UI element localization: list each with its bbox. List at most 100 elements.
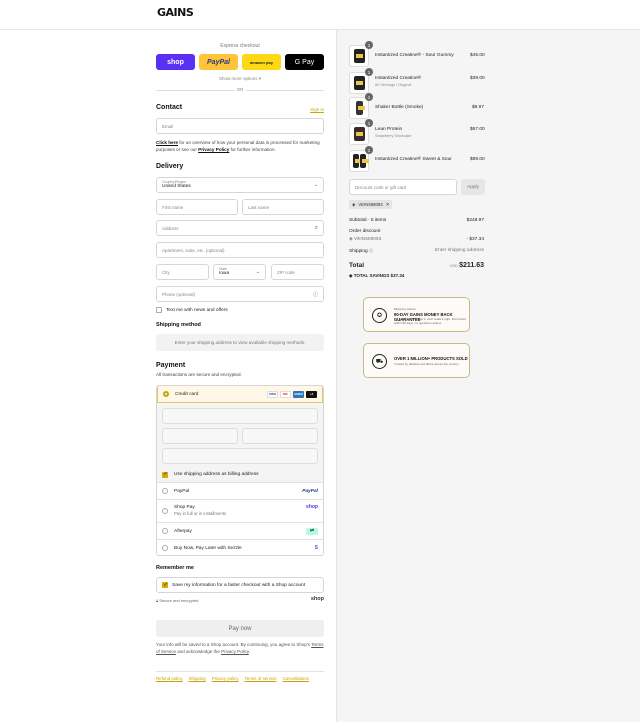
tag-icon: ◈ <box>352 201 356 207</box>
sezzle-logo-icon: S <box>314 545 318 551</box>
afterpay-radio[interactable] <box>162 528 168 534</box>
click-here-link[interactable]: Click here <box>156 140 178 145</box>
expiry-field[interactable] <box>162 428 238 444</box>
cart-item: 1 Instantized Creatine® - Sour Gummy <box>349 41 486 67</box>
discount-code-row: ◈ VEIN598093 - $37.34 <box>349 237 484 242</box>
security-code-field[interactable] <box>242 428 318 444</box>
shipping-label: Shipping <box>349 249 368 254</box>
shipping-link[interactable]: Shipping <box>189 676 206 681</box>
item-name: Instantized Creatine® Sweet & Sour <box>375 157 452 162</box>
products-sold-text: Trusted by athletes and lifters across t… <box>394 362 460 366</box>
pay-now-button[interactable]: Pay now <box>156 620 324 637</box>
billing-same-row[interactable]: Use shipping address as billing address <box>157 467 323 482</box>
refund-policy-link[interactable]: Refund policy <box>156 676 183 681</box>
google-pay-button[interactable]: G Pay <box>285 54 324 70</box>
applied-discount-chip: ◈ VEIN598093 ✕ <box>349 200 393 209</box>
terms-of-service-footer-link[interactable]: Terms of service <box>245 676 277 681</box>
info-icon[interactable]: ⓘ <box>369 248 373 253</box>
first-name-field[interactable]: First name <box>156 199 238 215</box>
name-on-card-field[interactable] <box>162 448 318 464</box>
paypal-option[interactable]: PayPal PayPal <box>157 482 323 499</box>
currency-label: USD <box>449 264 458 268</box>
store-logo[interactable]: GAINS <box>157 6 194 19</box>
state-select[interactable]: State Iowa ⌄ <box>213 264 266 280</box>
subtotal-row: Subtotal · 5 items $248.97 <box>349 218 484 223</box>
city-field[interactable]: City <box>156 264 209 280</box>
visa-icon: VISA <box>267 390 278 398</box>
last-name-field[interactable]: Last name <box>242 199 324 215</box>
footer-links: Refund policy Shipping Privacy policy Te… <box>156 676 309 681</box>
privacy-policy-link[interactable]: Privacy Policy <box>198 147 229 152</box>
shop-pay-logo-icon: shop <box>306 504 318 510</box>
billing-same-checkbox[interactable] <box>162 471 168 478</box>
cart-item: 1 Shaker Bottle (Smoke) <box>349 93 486 119</box>
address-field[interactable]: Address ⌕ <box>156 220 324 236</box>
chevron-down-icon: ⌄ <box>313 182 318 188</box>
more-cards-icon: +4 <box>306 390 317 398</box>
discount-code-input[interactable]: Discount code or gift card <box>349 179 457 195</box>
amex-icon: AMEX <box>293 390 304 398</box>
item-price: $9.97 <box>471 105 484 110</box>
guarantee-badge: ✪ Backed by science 90-DAY GAINS MONEY B… <box>363 297 470 332</box>
item-name: Instantized Creatine® <box>375 76 422 81</box>
news-checkbox[interactable] <box>156 307 162 313</box>
shop-pay-option[interactable]: Shop Pay Pay in full or in installments … <box>157 499 323 522</box>
savings-value: $37.34 <box>390 273 405 278</box>
item-price: $39.00 <box>470 76 485 81</box>
payment-subtitle: All transactions are secure and encrypte… <box>156 372 242 377</box>
item-name: Instantized Creatine® - Sour Gummy <box>375 53 454 58</box>
discount-value: - $37.34 <box>466 237 484 242</box>
contact-heading: Contact <box>156 104 183 111</box>
shop-pay-radio[interactable] <box>162 508 168 514</box>
credit-card-radio[interactable] <box>163 391 169 397</box>
privacy-notice: Click here for an overview of how your p… <box>156 140 320 152</box>
paypal-logo-icon: PayPal <box>302 488 318 494</box>
card-fields <box>157 403 323 467</box>
card-number-field[interactable] <box>162 408 318 424</box>
guarantee-icon: ✪ <box>372 308 387 323</box>
save-info-option[interactable]: Save my information for a faster checkou… <box>156 577 324 593</box>
sezzle-option[interactable]: Buy Now, Pay Later with Sezzle S <box>157 539 323 556</box>
express-checkout-label: Express checkout <box>220 43 260 49</box>
paypal-radio[interactable] <box>162 488 168 494</box>
apply-discount-button[interactable]: Apply <box>461 179 485 195</box>
products-sold-title: OVER 1 MILLION+ PRODUCTS SOLD <box>394 356 468 361</box>
remove-code-icon[interactable]: ✕ <box>386 202 390 208</box>
news-opt-in[interactable]: Text me with news and offers <box>156 307 228 313</box>
mastercard-icon: MC <box>280 390 291 398</box>
show-more-options-link[interactable]: Show more options ▾ <box>156 76 324 82</box>
item-name: Shaker Bottle (Smoke) <box>375 105 424 110</box>
shop-pay-button[interactable]: shop <box>156 54 195 70</box>
help-icon[interactable]: ⓘ <box>313 291 318 298</box>
zip-code-field[interactable]: ZIP code <box>271 264 324 280</box>
save-info-checkbox[interactable] <box>162 582 168 588</box>
cancellations-link[interactable]: Cancellations <box>283 676 309 681</box>
paypal-button[interactable]: PayPal <box>199 54 238 70</box>
payment-methods: Credit card VISA MC AMEX +4 Use shipping… <box>156 385 324 556</box>
quantity-badge: 1 <box>365 119 373 127</box>
privacy-policy-footer-link[interactable]: Privacy policy <box>212 676 239 681</box>
truck-icon: ⛟ <box>372 354 387 369</box>
amazon-pay-button[interactable]: amazon pay <box>242 54 281 70</box>
shipping-method-placeholder: Enter your shipping address to view avai… <box>156 334 324 351</box>
footer-divider <box>156 671 324 672</box>
sezzle-radio[interactable] <box>162 545 168 551</box>
credit-card-option[interactable]: Credit card VISA MC AMEX +4 <box>157 386 323 403</box>
order-discount-row: Order discount <box>349 229 484 234</box>
quantity-badge: 1 <box>365 68 373 76</box>
sign-in-link[interactable]: Sign in <box>310 107 324 112</box>
total-savings: ◈ TOTAL SAVINGS $37.34 <box>349 273 404 279</box>
privacy-policy-link[interactable]: Privacy Policy <box>221 649 249 654</box>
total-label: Total <box>349 262 365 269</box>
quantity-badge: 1 <box>365 41 373 49</box>
afterpay-logo-icon: ⇄ <box>306 527 318 535</box>
guarantee-pretitle: Backed by science <box>394 308 416 311</box>
afterpay-option[interactable]: Afterpay ⇄ <box>157 522 323 539</box>
email-field[interactable]: Email <box>156 118 324 134</box>
phone-field[interactable]: Phone (optional) ⓘ <box>156 286 324 302</box>
country-select[interactable]: Country/Region United States ⌄ <box>156 177 324 193</box>
apartment-field[interactable]: Apartment, suite, etc. (optional) <box>156 242 324 258</box>
item-price: $89.00 <box>470 157 485 162</box>
shipping-value: Enter shipping address <box>434 248 484 253</box>
item-price: $67.00 <box>470 127 485 132</box>
